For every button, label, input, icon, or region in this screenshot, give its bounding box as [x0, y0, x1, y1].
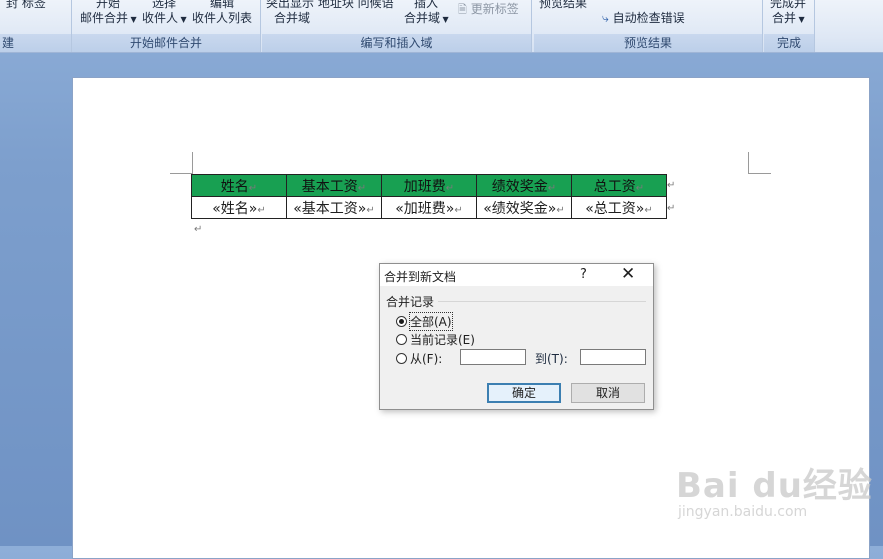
select-recipients-label: 收件人: [142, 11, 179, 25]
ribbon-group-finish: 完成并 合并 ▼ 完成: [764, 0, 815, 52]
edit-recipient-list-button[interactable]: 收件人列表: [192, 9, 252, 26]
crop-mark-top-left: [170, 173, 192, 174]
update-labels-button[interactable]: 🗎 更新标签: [458, 0, 519, 20]
crop-mark-top-right: [748, 152, 749, 174]
ribbon: 封 标签 建 开始 选择 编辑 邮件合并 ▼ 收件人 ▼ 收件人列表 开始邮件合…: [0, 0, 883, 53]
help-button[interactable]: ?: [580, 267, 587, 282]
ok-button[interactable]: 确定: [487, 383, 561, 403]
radio-all-label: 全部(A): [409, 312, 453, 331]
cell-end-mark: ↵: [547, 182, 557, 194]
check-errors-icon: ⤷: [602, 11, 609, 25]
merge-field: «绩效奖金»: [483, 200, 557, 217]
header-text: 加班费: [403, 178, 446, 195]
dropdown-arrow-icon: ▼: [796, 15, 805, 24]
ribbon-group-preview-results: 预览结果 ⤷ 自动检查错误 预览结果: [534, 0, 763, 52]
ribbon-group-label: 编写和插入域: [262, 34, 531, 52]
radio-all[interactable]: 全部(A): [396, 312, 453, 331]
to-input[interactable]: [580, 349, 646, 365]
cancel-button[interactable]: 取消: [571, 383, 645, 403]
cell-end-mark: ↵: [257, 204, 266, 216]
radio-button[interactable]: [396, 353, 407, 364]
group-divider: [438, 301, 646, 302]
header-text: 姓名: [220, 178, 249, 195]
auto-check-errors-button[interactable]: ⤷ 自动检查错误: [602, 9, 685, 26]
cell-end-mark: ↵: [635, 182, 645, 194]
merge-field: «姓名»: [212, 200, 258, 217]
table-header-row: 姓名↵ 基本工资↵ 加班费↵ 绩效奖金↵ 总工资↵: [191, 174, 667, 197]
auto-check-errors-label: 自动检查错误: [612, 11, 685, 25]
merge-field-cell[interactable]: «绩效奖金»↵: [476, 196, 572, 219]
merge-field: «加班费»: [395, 200, 455, 217]
finish-merge-label: 合并: [772, 11, 797, 25]
paragraph-mark: ↵: [194, 224, 203, 235]
radio-button-selected[interactable]: [396, 316, 407, 327]
radio-from-label: 从(F):: [410, 352, 443, 366]
to-label: 到(T):: [535, 352, 568, 366]
start-mail-merge-button[interactable]: 邮件合并 ▼: [80, 9, 137, 26]
envelope-label-buttons[interactable]: 封 标签: [6, 0, 46, 11]
cell-end-mark: ↵: [445, 182, 455, 194]
cell-end-mark: ↵: [454, 204, 463, 216]
radio-current-label: 当前记录(E): [410, 333, 475, 347]
dropdown-arrow-icon: ▼: [128, 15, 137, 24]
merge-field-cell[interactable]: «加班费»↵: [381, 196, 477, 219]
cell-end-mark: ↵: [644, 204, 653, 216]
ribbon-group-label: 建: [0, 34, 71, 52]
merge-field-cell[interactable]: «姓名»↵: [191, 196, 287, 219]
merge-records-group-label: 合并记录: [386, 295, 435, 309]
dropdown-arrow-icon: ▼: [178, 15, 187, 24]
ribbon-group-create: 封 标签 建: [0, 0, 72, 52]
dropdown-arrow-icon: ▼: [440, 15, 449, 24]
table-row: «姓名»↵ «基本工资»↵ «加班费»↵ «绩效奖金»↵ «总工资»↵: [191, 196, 667, 219]
table-header-cell[interactable]: 基本工资↵: [286, 174, 382, 197]
insert-merge-field-label: 合并域: [404, 11, 441, 25]
merge-field: «总工资»: [585, 200, 645, 217]
watermark-logo: Bai du经验: [676, 466, 873, 506]
watermark-url: jingyan.baidu.com: [678, 504, 808, 520]
crop-mark-top-right: [749, 173, 771, 174]
radio-current-record[interactable]: 当前记录(E): [396, 331, 475, 348]
select-recipients-button[interactable]: 收件人 ▼: [142, 9, 187, 26]
dialog-title: 合并到新文档: [384, 270, 457, 284]
header-text: 总工资: [593, 178, 636, 195]
cell-end-mark: ↵: [248, 182, 258, 194]
crop-mark-top-left: [192, 152, 193, 174]
cell-end-mark: ↵: [366, 204, 375, 216]
merge-field-cell[interactable]: «总工资»↵: [571, 196, 667, 219]
merge-field-cell[interactable]: «基本工资»↵: [286, 196, 382, 219]
update-labels-label: 更新标签: [470, 2, 519, 16]
row-end-mark: ↵: [667, 203, 676, 214]
ribbon-group-label: 预览结果: [534, 34, 762, 52]
ribbon-group-label: 开始邮件合并: [72, 34, 260, 52]
baidu-jingyan-watermark: Bai du经验 jingyan.baidu.com: [676, 458, 873, 520]
ribbon-group-write-insert-fields: 突出显示 地址块 问候语 插入 合并域 合并域 ▼ 🗎 更新标签 编写和插入域: [262, 0, 532, 52]
from-input[interactable]: [460, 349, 526, 365]
update-labels-icon: 🗎: [458, 3, 467, 16]
table-header-cell[interactable]: 姓名↵: [191, 174, 287, 197]
header-text: 绩效奖金: [491, 178, 548, 195]
insert-merge-field-button[interactable]: 合并域 ▼: [404, 9, 449, 26]
start-mail-merge-label: 邮件合并: [80, 11, 129, 25]
merge-table[interactable]: 姓名↵ 基本工资↵ 加班费↵ 绩效奖金↵ 总工资↵ «姓名»↵ «基本工资»↵ …: [191, 174, 667, 219]
table-header-cell[interactable]: 绩效奖金↵: [476, 174, 572, 197]
ribbon-group-start-mail-merge: 开始 选择 编辑 邮件合并 ▼ 收件人 ▼ 收件人列表 开始邮件合并: [72, 0, 261, 52]
row-end-mark: ↵: [667, 180, 676, 191]
radio-from[interactable]: 从(F):: [396, 350, 442, 367]
cell-end-mark: ↵: [357, 182, 367, 194]
merge-fields-label[interactable]: 合并域: [274, 9, 310, 26]
preview-results-button[interactable]: 预览结果: [539, 0, 587, 11]
cell-end-mark: ↵: [556, 204, 565, 216]
ribbon-group-label: 完成: [764, 34, 814, 52]
merge-to-new-document-dialog: 合并到新文档 ? ✕ 合并记录 全部(A) 当前记录(E) 从(F): 到(T)…: [379, 263, 654, 410]
radio-button[interactable]: [396, 334, 407, 345]
dialog-titlebar[interactable]: 合并到新文档 ? ✕: [380, 264, 653, 286]
finish-merge-button[interactable]: 合并 ▼: [772, 9, 805, 26]
close-icon[interactable]: ✕: [621, 264, 635, 284]
table-header-cell[interactable]: 加班费↵: [381, 174, 477, 197]
table-header-cell[interactable]: 总工资↵: [571, 174, 667, 197]
header-text: 基本工资: [301, 178, 358, 195]
merge-field: «基本工资»: [293, 200, 367, 217]
